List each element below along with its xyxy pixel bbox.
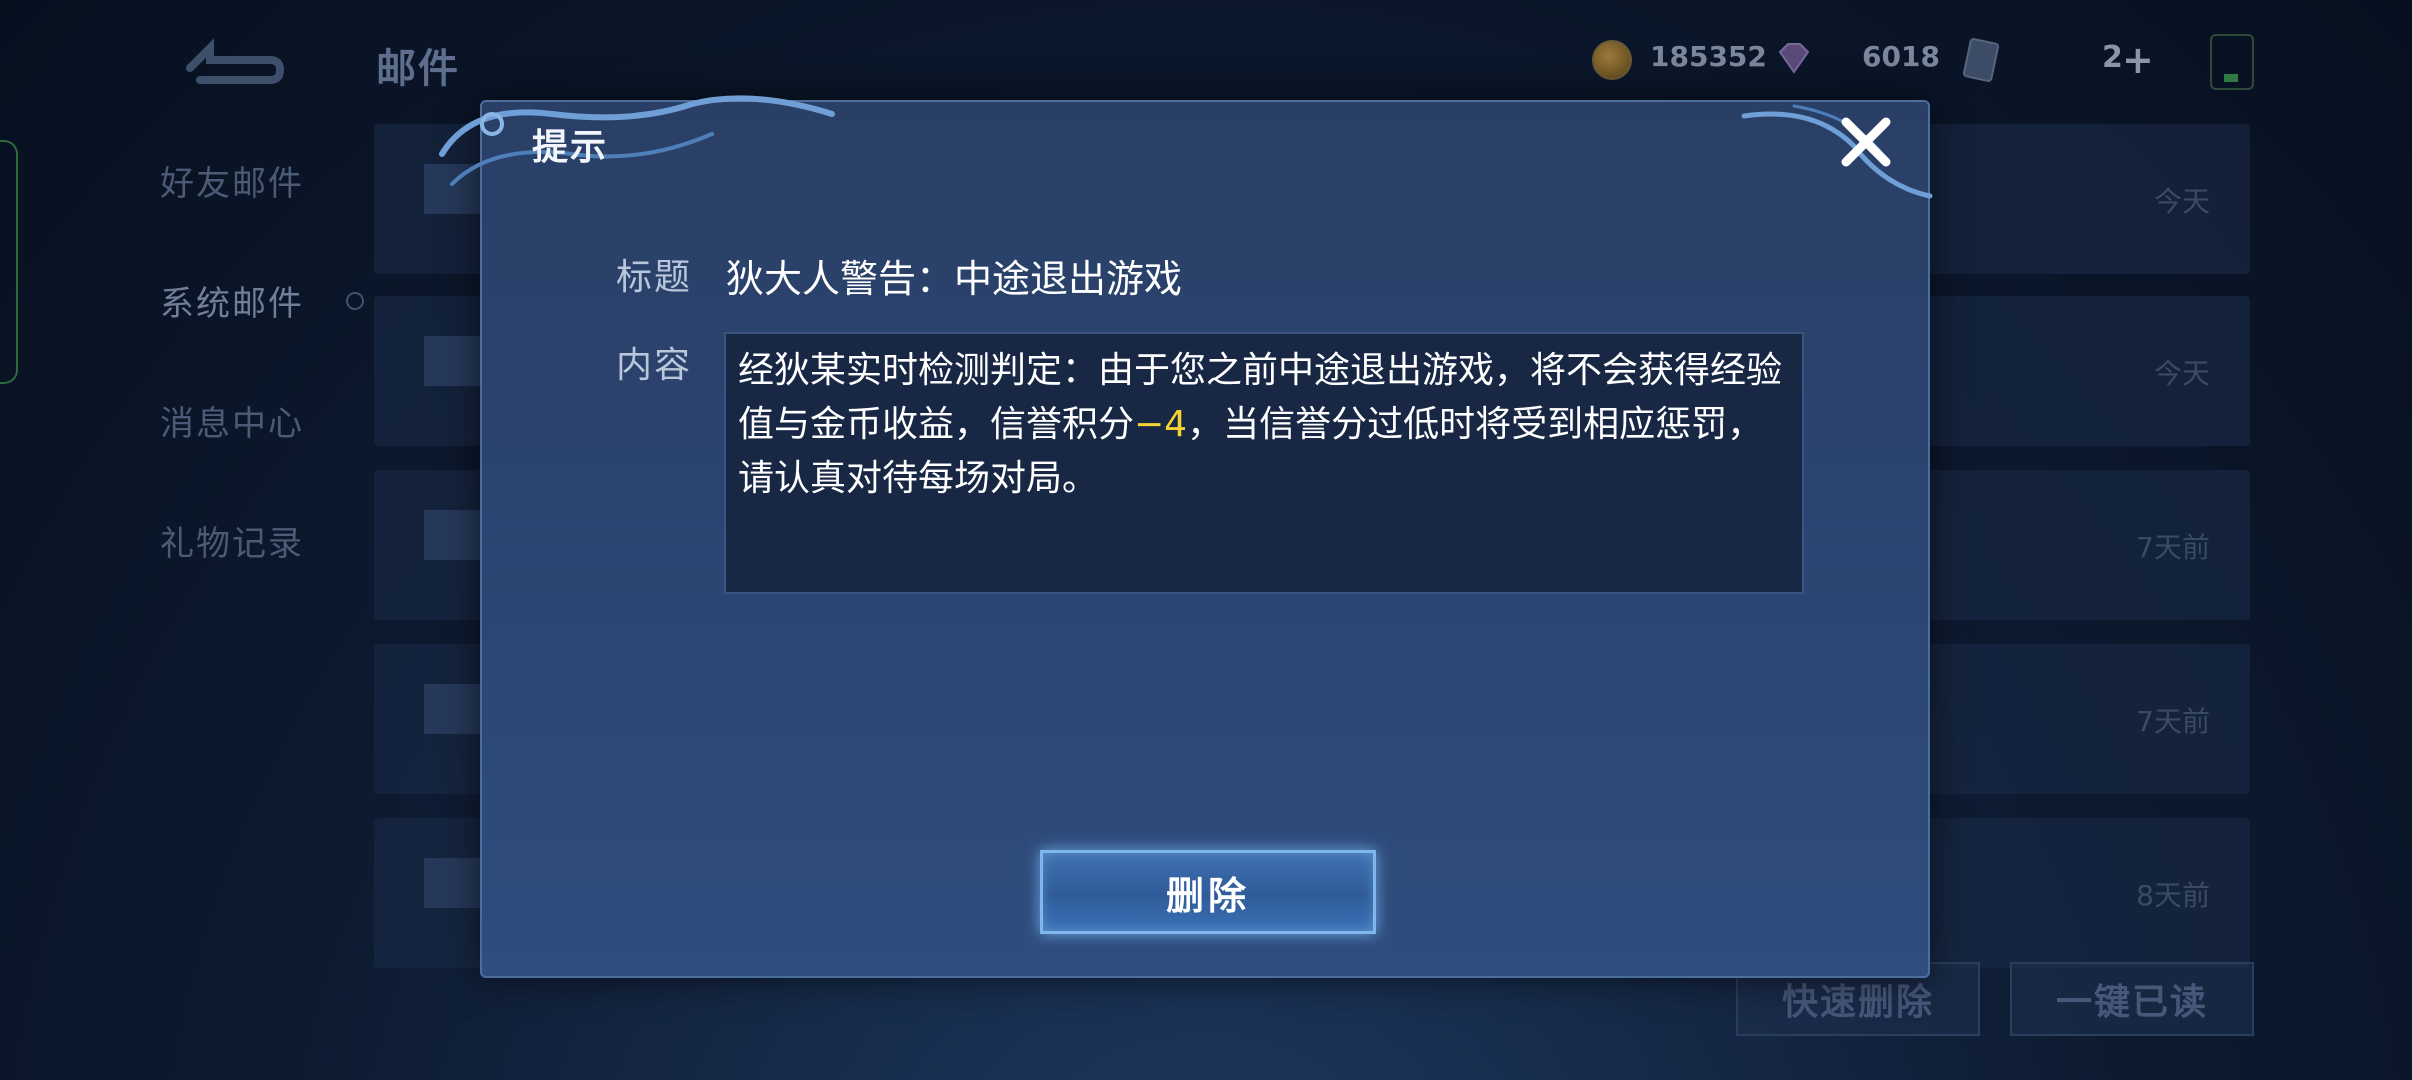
content-label: 内容 [616, 345, 693, 386]
credit-penalty-value: −4 [1134, 404, 1188, 445]
diamond-amount: 6018 [1862, 40, 1940, 73]
sidebar-item-friend-mail[interactable]: 好友邮件 [160, 156, 304, 205]
mail-content: 经狄某实时检测判定：由于您之前中途退出游戏，将不会获得经验值与金币收益，信誉积分… [724, 332, 1804, 594]
cloud-ornament-left [439, 95, 835, 186]
gold-amount: 185352 [1650, 40, 1767, 73]
sidebar-item-gift-record[interactable]: 礼物记录 [160, 516, 304, 565]
ticket-icon [1962, 37, 2000, 83]
subject-label: 标题 [616, 257, 693, 298]
delete-button[interactable]: 删除 [1040, 850, 1376, 934]
mail-time: 8天前 [2136, 879, 2210, 912]
page-title: 邮件 [376, 46, 460, 92]
envelope-icon [424, 336, 484, 386]
close-icon[interactable] [1836, 112, 1896, 172]
cloud-ornament-right [1741, 104, 1933, 199]
mail-subject: 狄大人警告：中途退出游戏 [726, 257, 1183, 301]
active-indicator [346, 292, 364, 310]
dialog-title: 提示 [532, 127, 609, 168]
sidebar-item-message-center[interactable]: 消息中心 [160, 396, 304, 445]
gold-coin-icon [1592, 40, 1632, 80]
mail-time: 今天 [2153, 185, 2210, 218]
envelope-icon [424, 858, 484, 908]
notice-dialog: 提示 标题 狄大人警告：中途退出游戏 内容 经狄某实时检测判定：由于您之前中途退… [439, 95, 1933, 978]
mark-all-read-button[interactable]: 一键已读 [2010, 962, 2254, 1036]
energy-count: 2 [2102, 40, 2123, 75]
mail-time: 7天前 [2136, 531, 2210, 564]
mail-time: 7天前 [2136, 705, 2210, 738]
diamond-icon [1778, 43, 1810, 74]
mail-time: 今天 [2153, 357, 2210, 390]
envelope-icon [424, 510, 484, 560]
envelope-icon [424, 684, 484, 734]
side-handle[interactable] [0, 140, 18, 384]
add-plus-icon[interactable]: + [2122, 38, 2154, 82]
sidebar-item-system-mail[interactable]: 系统邮件 [160, 276, 304, 325]
back-arrow-icon[interactable] [180, 28, 290, 90]
battery-icon [2210, 34, 2254, 90]
